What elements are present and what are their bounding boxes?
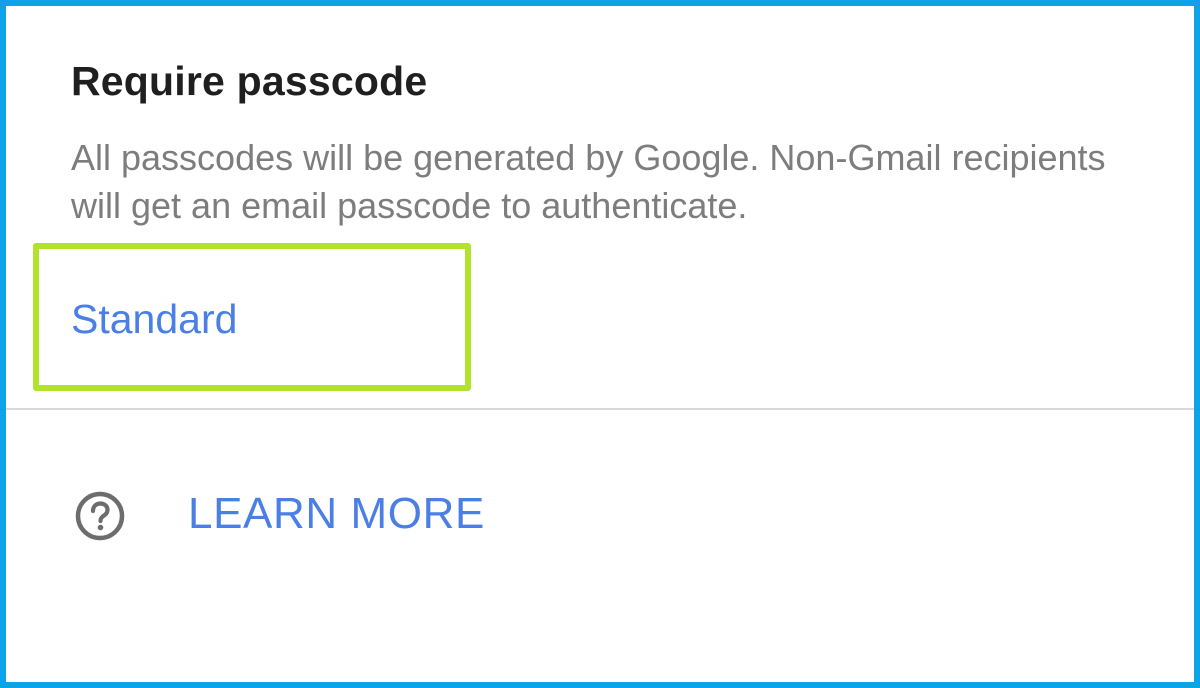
- standard-option-link[interactable]: Standard: [71, 294, 237, 344]
- section-title: Require passcode: [71, 58, 428, 104]
- divider: [6, 408, 1194, 410]
- help-circle-icon: [75, 491, 125, 541]
- learn-more-link[interactable]: LEARN MORE: [188, 486, 485, 542]
- section-description: All passcodes will be generated by Googl…: [71, 137, 1106, 226]
- screen-frame: Require passcode All passcodes will be g…: [0, 0, 1200, 688]
